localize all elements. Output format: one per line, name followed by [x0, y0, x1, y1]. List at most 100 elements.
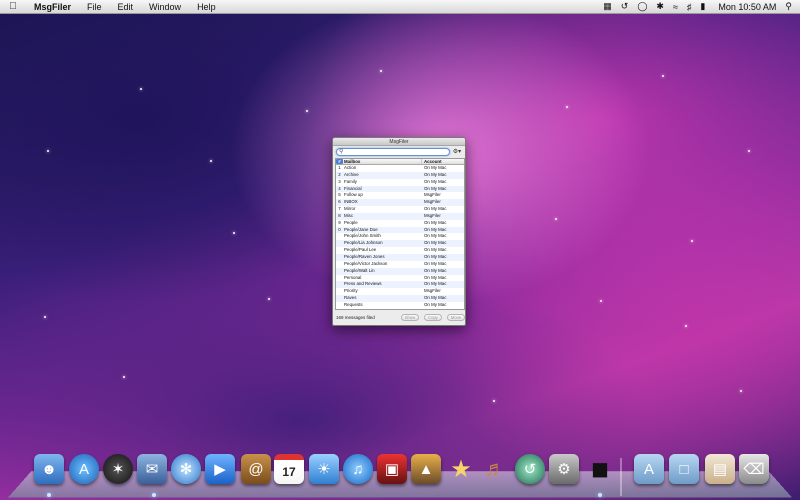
system-preferences-icon[interactable]: ⚙ [549, 454, 579, 484]
table-row[interactable]: People/Paul Lee On My Mac [336, 247, 464, 254]
ical-icon[interactable]: 17 [274, 454, 304, 484]
move-button[interactable]: Move [447, 314, 465, 321]
documents-folder-icon[interactable]: □ [669, 454, 699, 484]
window-title[interactable]: MsgFiler [333, 138, 465, 146]
table-row[interactable]: Requests On My Mac [336, 302, 464, 309]
downloads-stack-icon[interactable]: ▤ [705, 454, 735, 484]
table-row[interactable]: People/Victor Jackson On My Mac [336, 261, 464, 268]
row-mailbox: People [344, 219, 358, 225]
safari-icon[interactable]: ✻ [171, 454, 201, 484]
iphoto-icon[interactable]: ☀ [309, 454, 339, 484]
imovie-icon[interactable]: ★ [446, 454, 476, 484]
msgfiler-running-indicator [598, 493, 602, 497]
show-button[interactable]: Show [401, 314, 419, 321]
garageband-icon[interactable]: ♬ [480, 454, 510, 484]
table-row[interactable]: Personal On My Mac [336, 275, 464, 282]
row-number: 2 [338, 171, 341, 177]
volume-icon[interactable]: ♯ [687, 2, 692, 12]
row-number [336, 288, 343, 295]
row-mailbox: People/Paul Lee [344, 247, 377, 253]
row-number: 3 [338, 178, 341, 184]
preview-icon[interactable]: ▲ [411, 454, 441, 484]
table-row[interactable]: Press and Reviews On My Mac [336, 281, 464, 289]
spotlight-icon[interactable]: ⚲ [785, 1, 792, 12]
table-row[interactable]: 0 People/Jane Doe On My Mac [336, 226, 464, 234]
row-account: On My Mac [424, 171, 447, 177]
row-mailbox: Personal [344, 274, 362, 280]
row-account: On My Mac [424, 295, 447, 301]
menu-file[interactable]: File [79, 2, 110, 12]
address-book-icon[interactable]: @ [241, 454, 271, 484]
column-header-mailbox[interactable]: Mailbox [343, 159, 422, 164]
row-account: On My Mac [424, 281, 447, 287]
table-row[interactable]: 7 Mirror On My Mac [336, 206, 464, 213]
row-number: 7 [338, 206, 341, 212]
row-mailbox: Mirror [344, 206, 356, 212]
mailbox-table[interactable]: # Mailbox Account 1 Action On My Mac 2 Archi… [335, 158, 465, 310]
row-mailbox: People/Walt Lin [344, 267, 375, 273]
applications-folder-icon[interactable]: A [634, 454, 664, 484]
row-number: 1 [338, 165, 341, 170]
battery-icon[interactable]: ▮ [700, 1, 705, 12]
dock-separator [620, 458, 622, 496]
row-number: 4 [338, 185, 341, 191]
row-account: On My Mac [424, 253, 447, 259]
bluetooth-icon[interactable]: ✱ [656, 1, 664, 12]
table-row[interactable]: 9 People On My Mac [336, 220, 464, 227]
table-row[interactable]: Raves On My Mac [336, 295, 464, 302]
table-row[interactable]: People/Lia Johnson On My Mac [336, 240, 464, 248]
row-account: On My Mac [424, 219, 447, 225]
row-number [336, 281, 343, 288]
copy-button[interactable]: Copy [424, 314, 442, 321]
row-number: 9 [338, 219, 341, 225]
apple-menu-icon[interactable]:  [0, 1, 26, 12]
spy-icon[interactable]: ▦ [603, 1, 612, 12]
facetime-icon[interactable]: ▶ [205, 454, 235, 484]
mail-icon[interactable]: ✉ [137, 454, 167, 484]
row-mailbox: People/Jane Doe [344, 226, 378, 232]
table-row[interactable]: 2 Archive On My Mac [336, 171, 464, 179]
menu-window[interactable]: Window [141, 2, 189, 12]
status-text: 169 messages filed [336, 315, 375, 320]
trash-icon[interactable]: ⌫ [739, 454, 769, 484]
menu-edit[interactable]: Edit [110, 2, 142, 12]
row-mailbox: People/Victor Jackson [344, 260, 388, 266]
table-row[interactable]: 4 Financial On My Mac [336, 185, 464, 193]
itunes-icon[interactable]: ♫ [343, 454, 373, 484]
column-header-number[interactable]: # [336, 159, 343, 164]
row-number [336, 240, 343, 247]
menu-app-name[interactable]: MsgFiler [26, 2, 79, 12]
row-number [336, 302, 343, 309]
menu-clock[interactable]: Mon 10:50 AM [718, 2, 776, 12]
table-row[interactable]: 5 Follow up MsgFiler [336, 192, 464, 199]
gear-icon[interactable]: ⚙▾ [451, 148, 463, 156]
search-input[interactable]: ⚲ [336, 148, 450, 156]
table-row[interactable]: People/John Smith On My Mac [336, 233, 464, 240]
msgfiler-dock-icon[interactable]: ◼ [585, 454, 615, 484]
dashboard-icon[interactable]: ✶ [103, 454, 133, 484]
row-account: MsgFiler [424, 199, 441, 205]
row-account: On My Mac [424, 233, 447, 239]
row-mailbox: Raves [344, 295, 357, 301]
photo-booth-icon[interactable]: ▣ [377, 454, 407, 484]
table-row[interactable]: Priority MsgFiler [336, 288, 464, 295]
table-row[interactable]: 6 INBOX MsgFiler [336, 199, 464, 207]
table-row[interactable]: 1 Action On My Mac [336, 165, 464, 172]
table-row[interactable]: People/Raven Jones On My Mac [336, 253, 464, 261]
chat-bubble-icon[interactable]: ◯ [637, 1, 647, 12]
row-number [336, 295, 343, 302]
table-row[interactable]: 3 Family On My Mac [336, 179, 464, 186]
row-account: On My Mac [424, 240, 447, 246]
table-row[interactable]: People/Walt Lin On My Mac [336, 267, 464, 275]
row-mailbox: Requests [344, 301, 363, 307]
menu-help[interactable]: Help [189, 2, 224, 12]
app-store-icon[interactable]: A [69, 454, 99, 484]
row-account: On My Mac [424, 165, 447, 170]
wifi-icon[interactable]: ≈ [673, 2, 678, 12]
table-row[interactable]: 8 Misc MsgFiler [336, 212, 464, 220]
finder-icon[interactable]: ☻ [34, 454, 64, 484]
time-machine-icon[interactable]: ↺ [621, 1, 629, 12]
column-header-account[interactable]: Account [422, 159, 464, 164]
time-machine-dock-icon[interactable]: ↺ [515, 454, 545, 484]
row-account: MsgFiler [424, 212, 441, 218]
